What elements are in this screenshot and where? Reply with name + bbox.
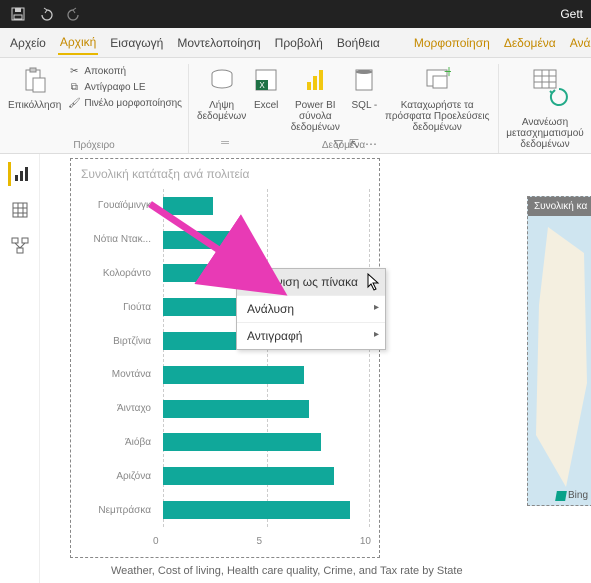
y-axis-label: Αριζόνα [81,471,157,482]
redo-icon[interactable] [64,4,84,24]
bar-row[interactable] [163,466,371,486]
y-axis-label: Άινταχο [81,403,157,414]
recent-label: Καταχωρήστε τα πρόσφατα Προελεύσεις δεδο… [384,100,490,133]
pbi-button[interactable]: Power BI σύνολα δεδομένων [286,64,344,133]
bing-label: Bing [568,490,588,501]
ribbon-group-queries: Ανανέωση μετασχηματισμού δεδομένων Ερωτή… [499,64,591,153]
bar-row[interactable] [163,365,371,385]
copy-label: Αντίγραφο LE [84,82,145,93]
pbi-label: Power BI σύνολα δεδομένων [286,100,344,133]
copy-button[interactable]: ⧉ Αντίγραφο LE [67,80,182,94]
report-canvas: ═ ▽ ⇱ ⋯ Συνολική κατάταξη ανά πολιτεία Γ… [0,154,591,583]
cut-button[interactable]: ✂ Αποκοπή [67,64,182,78]
bar[interactable] [163,433,321,451]
bar[interactable] [163,467,334,485]
menu-model[interactable]: Μοντελοποίηση [175,32,262,54]
svg-text:＋: ＋ [443,66,451,79]
more-options-icon[interactable]: ⋯ [365,137,377,151]
view-switcher [0,154,40,583]
chart-title: Συνολική κατάταξη ανά πολιτεία [71,159,379,185]
bar[interactable] [163,501,350,519]
menu-view[interactable]: Προβολή [273,32,325,54]
transform-label: Ανανέωση μετασχηματισμού δεδομένων [506,117,583,150]
transform-button[interactable]: Ανανέωση μετασχηματισμού δεδομένων [507,64,583,150]
data-view-button[interactable] [8,198,32,222]
arrow-annotation [140,194,300,304]
filter-icon[interactable]: ▽ [334,137,343,151]
y-axis-label: Βιρτζίνια [81,336,157,347]
cursor-icon [367,273,381,291]
window-titlebar: Gett [0,0,591,28]
brush-icon: 🖌 [67,96,81,110]
excel-icon: X [250,64,282,96]
getdata-button[interactable]: Λήψη δεδομένων [197,64,246,122]
format-painter-button[interactable]: 🖌 Πινέλο μορφοποίησης [67,96,182,110]
excel-button[interactable]: X Excel [250,64,282,111]
y-axis-label: Νεμπράσκα [81,505,157,516]
paste-label: Επικόλληση [8,100,61,111]
sql-label: SQL - [352,100,378,111]
menu-insert[interactable]: Εισαγωγή [108,32,165,54]
focus-icon[interactable]: ⇱ [349,137,359,151]
sql-button[interactable]: SQL - [348,64,380,111]
x-axis-tick: 5 [256,536,262,547]
bar-row[interactable] [163,399,371,419]
ctx-item-label: Ανάλυση [247,302,294,316]
model-view-button[interactable] [8,234,32,258]
window-title: Gett [560,7,583,21]
cut-label: Αποκοπή [84,66,126,77]
copy-icon: ⧉ [67,80,81,94]
report-subtitle: Weather, Cost of living, Health care qua… [111,565,463,577]
ctx-item-label: Αντιγραφή [247,329,302,343]
bing-logo-icon [555,491,567,501]
recent-sources-button[interactable]: ＋ Καταχωρήστε τα πρόσφατα Προελεύσεις δε… [384,64,490,133]
menu-analysis[interactable]: Ανάλυση [568,32,591,54]
pbi-icon [299,64,331,96]
getdata-label: Λήψη δεδομένων [197,100,246,122]
y-axis-label: Μοντάνα [81,369,157,380]
bar[interactable] [163,366,304,384]
map-land-shape [530,227,590,487]
report-page[interactable]: ═ ▽ ⇱ ⋯ Συνολική κατάταξη ανά πολιτεία Γ… [40,154,591,583]
recent-icon: ＋ [421,64,453,96]
map-visual[interactable]: Συνολική κα Bing [527,196,591,506]
map-attribution: Bing [556,490,588,501]
svg-text:X: X [260,81,266,90]
menu-help[interactable]: Βοήθεια [335,32,382,54]
x-axis-labels: 0 5 10 [153,536,371,547]
sql-icon [348,64,380,96]
paste-icon [19,64,51,96]
y-axis-label: Άιόβα [81,437,157,448]
menu-data[interactable]: Δεδομένα [502,32,558,54]
undo-icon[interactable] [36,4,56,24]
menu-file[interactable]: Αρχείο [8,32,48,54]
getdata-icon [206,64,238,96]
bar-row[interactable] [163,432,371,452]
refresh-icon [543,81,575,113]
map-title: Συνολική κα [528,197,591,216]
scissors-icon: ✂ [67,64,81,78]
menu-format[interactable]: Μορφοποίηση [412,32,492,54]
save-icon[interactable] [8,4,28,24]
bar-row[interactable] [163,500,371,520]
bar[interactable] [163,400,309,418]
x-axis-tick: 10 [360,536,371,547]
report-view-button[interactable] [8,162,32,186]
x-axis-tick: 0 [153,536,159,547]
ctx-copy[interactable]: Αντιγραφή [237,323,385,349]
menu-home[interactable]: Αρχική [58,31,98,55]
menu-bar: Αρχείο Αρχική Εισαγωγή Μοντελοποίηση Προ… [0,28,591,58]
paste-button[interactable]: Επικόλληση [8,64,61,111]
format-label: Πινέλο μορφοποίησης [84,98,182,109]
excel-label: Excel [254,100,278,111]
